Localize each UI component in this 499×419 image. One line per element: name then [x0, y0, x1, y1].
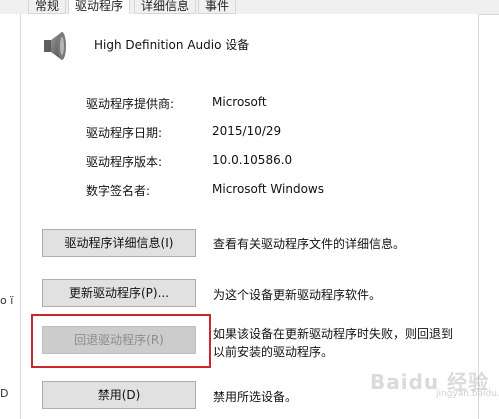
rollback-description-line2: 以前安装的驱动程序。: [213, 345, 334, 359]
driver-details-button[interactable]: 驱动程序详细信息(I): [42, 229, 196, 257]
provider-value: Microsoft: [212, 95, 267, 109]
background-window-edge: o ï D: [0, 14, 20, 419]
provider-label: 驱动程序提供商:: [86, 97, 175, 111]
device-name: High Definition Audio 设备: [94, 38, 250, 52]
background-text-fragment: o ï: [0, 294, 14, 307]
speaker-icon: [40, 30, 70, 62]
disable-device-button[interactable]: 禁用(D): [42, 381, 196, 409]
update-driver-description: 为这个设备更新驱动程序软件。: [213, 288, 382, 302]
tab-driver[interactable]: 驱动程序: [68, 0, 131, 15]
date-label: 驱动程序日期:: [86, 126, 163, 140]
watermark-url: jingyan.baidu.com: [436, 389, 499, 399]
disable-device-description: 禁用所选设备。: [213, 390, 298, 404]
version-value: 10.0.10586.0: [212, 153, 293, 167]
tab-general[interactable]: 常规: [28, 0, 67, 14]
rollback-driver-button[interactable]: 回退驱动程序(R): [42, 326, 196, 354]
signer-label: 数字签名者:: [86, 184, 151, 198]
rollback-description-line1: 如果该设备在更新驱动程序时失败，则回退到: [213, 327, 454, 341]
tab-details[interactable]: 详细信息: [134, 0, 197, 14]
date-value: 2015/10/29: [212, 124, 282, 138]
driver-details-description: 查看有关驱动程序文件的详细信息。: [213, 237, 406, 251]
tab-strip: 常规 驱动程序 详细信息 事件: [0, 0, 499, 15]
tab-events[interactable]: 事件: [198, 0, 237, 14]
version-label: 驱动程序版本:: [86, 155, 163, 169]
signer-value: Microsoft Windows: [212, 182, 324, 196]
update-driver-button[interactable]: 更新驱动程序(P)...: [42, 279, 196, 307]
background-text-fragment: D: [0, 387, 9, 400]
